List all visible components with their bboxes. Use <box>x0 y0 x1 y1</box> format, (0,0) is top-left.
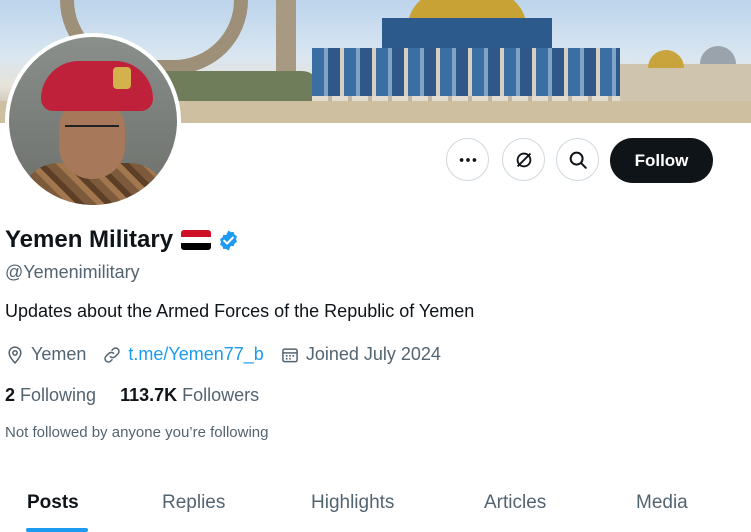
tab-highlights[interactable]: Highlights <box>311 492 394 514</box>
tab-posts[interactable]: Posts <box>27 492 79 514</box>
followers-link[interactable]: 113.7K Followers <box>120 385 259 406</box>
tab-articles[interactable]: Articles <box>484 492 546 514</box>
profile-bio: Updates about the Armed Forces of the Re… <box>5 301 475 321</box>
followers-label: Followers <box>182 385 260 405</box>
location-text: Yemen <box>31 344 87 364</box>
following-link[interactable]: 2 Following <box>5 385 96 406</box>
banner-small-dome <box>700 46 736 64</box>
more-icon <box>459 157 476 162</box>
yemen-flag-icon <box>181 230 212 250</box>
tab-media[interactable]: Media <box>636 492 688 514</box>
joined-text: Joined July 2024 <box>305 344 441 364</box>
following-label: Following <box>20 385 97 405</box>
website-link[interactable]: t.me/Yemen77_b <box>128 344 263 365</box>
active-tab-indicator <box>26 528 88 532</box>
location-pin-icon <box>8 345 22 364</box>
profile-meta: Yemen t.me/Yemen77_b Joined July 2024 <box>5 344 457 365</box>
search-button[interactable] <box>556 138 599 181</box>
display-name: Yemen Military <box>5 226 174 253</box>
followers-count: 113.7K <box>120 385 178 405</box>
followed-by-note: Not followed by anyone you’re following <box>5 424 269 441</box>
follow-button[interactable]: Follow <box>610 138 713 183</box>
tab-replies[interactable]: Replies <box>162 492 225 514</box>
profile-avatar[interactable] <box>5 33 181 209</box>
search-icon <box>569 151 587 169</box>
link-icon <box>104 346 121 363</box>
banner-small-dome <box>648 50 684 68</box>
website-item: t.me/Yemen77_b <box>102 344 264 365</box>
profile-handle: @Yemenimilitary <box>5 262 140 282</box>
location-item: Yemen <box>5 344 86 365</box>
profile-tabs: Posts Replies Highlights Articles Media <box>0 480 751 532</box>
grok-button[interactable] <box>502 138 545 181</box>
calendar-icon <box>281 347 298 362</box>
joined-item: Joined July 2024 <box>280 344 441 365</box>
verified-badge-icon[interactable] <box>217 229 240 252</box>
name-row: Yemen Military <box>5 226 240 254</box>
grok-icon <box>516 152 531 167</box>
following-count: 2 <box>5 385 16 405</box>
more-button[interactable] <box>446 138 489 181</box>
follow-counts: 2 Following 113.7K Followers <box>5 385 283 406</box>
